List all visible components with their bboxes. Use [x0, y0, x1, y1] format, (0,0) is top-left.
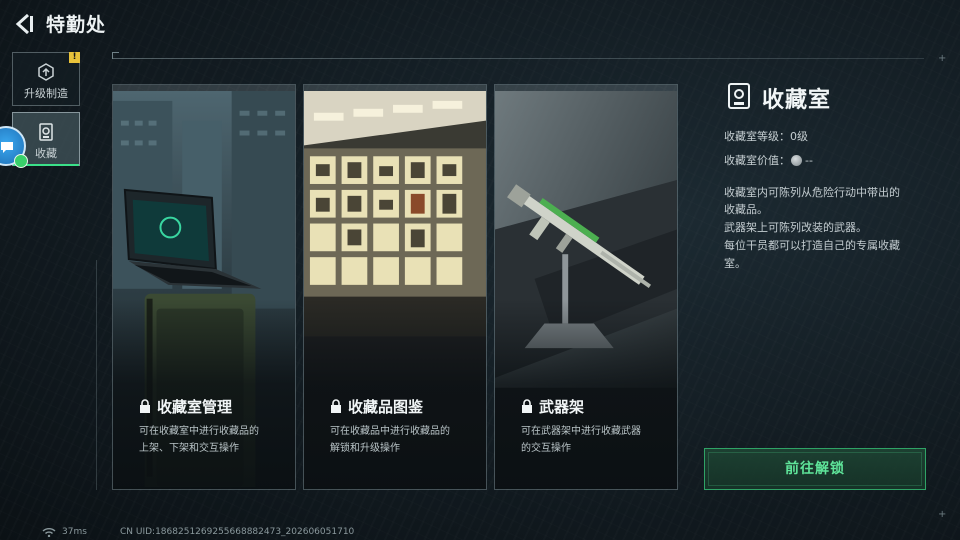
upgrade-icon [38, 63, 54, 81]
sidebar-item-label: 升级制造 [24, 87, 68, 100]
go-unlock-button[interactable]: 前往解锁 [704, 448, 926, 490]
assistant-icon [1, 142, 13, 153]
header: 特勤处 [0, 0, 960, 48]
collection-room-icon [728, 83, 750, 109]
corner-mark: + [938, 53, 947, 64]
info-title: 收藏室 [762, 88, 832, 113]
back-arrow-icon[interactable] [12, 12, 36, 36]
card-description: 可在收藏室中进行收藏品的 上架、下架和交互操作 [139, 423, 289, 457]
card-description: 可在武器架中进行收藏武器 的交互操作 [521, 423, 671, 457]
wifi-icon [42, 528, 56, 537]
collection-icon [39, 123, 53, 141]
card-desc-line: 的交互操作 [521, 443, 571, 454]
worth-label: 收藏室价值： [724, 154, 790, 167]
desc-line: 武器架上可陈列改装的武器。 [724, 221, 867, 234]
currency-coin-icon [791, 155, 802, 166]
card-desc-line: 可在收藏品中进行收藏品的 [330, 426, 450, 437]
collection-worth: 收藏室价值： -- [724, 152, 813, 168]
collection-level: 收藏室等级：0级 [724, 128, 808, 144]
card-collectibles-catalog[interactable]: 收藏品图鉴 可在收藏品中进行收藏品的 解锁和升级操作 [303, 84, 487, 490]
lock-icon [522, 399, 532, 413]
sidebar-item-upgrade[interactable]: ! 升级制造 [12, 52, 80, 106]
card-shade [304, 299, 486, 489]
card-shade [495, 299, 677, 489]
lock-icon [140, 399, 150, 413]
uid-readout: CN UID:1868251269255668882473_2026060517… [120, 527, 355, 537]
card-shade [113, 299, 295, 489]
card-title: 武器架 [539, 398, 585, 416]
level-value: 0级 [790, 130, 808, 143]
divider-vertical [96, 260, 97, 490]
card-title: 收藏品图鉴 [348, 398, 424, 416]
card-description: 可在收藏品中进行收藏品的 解锁和升级操作 [330, 423, 480, 457]
online-dot [14, 154, 28, 168]
divider-corner [112, 52, 119, 59]
ping-readout: 37ms [62, 527, 87, 537]
card-desc-line: 可在收藏室中进行收藏品的 [139, 426, 259, 437]
desc-line: 收藏品。 [724, 203, 768, 216]
card-desc-line: 解锁和升级操作 [330, 443, 400, 454]
page-title: 特勤处 [46, 14, 107, 36]
level-label: 收藏室等级： [724, 130, 790, 143]
lock-icon [331, 399, 341, 413]
desc-line: 室。 [724, 257, 746, 270]
desc-line: 每位干员都可以打造自己的专属收藏 [724, 239, 900, 252]
card-collection-room-management[interactable]: 收藏室管理 可在收藏室中进行收藏品的 上架、下架和交互操作 [112, 84, 296, 490]
desc-line: 收藏室内可陈列从危险行动中带出的 [724, 186, 900, 199]
worth-value: -- [805, 154, 813, 167]
card-title: 收藏室管理 [157, 398, 233, 416]
alert-badge: ! [69, 52, 80, 63]
card-desc-line: 上架、下架和交互操作 [139, 443, 239, 454]
divider [112, 58, 924, 59]
card-desc-line: 可在武器架中进行收藏武器 [521, 426, 641, 437]
card-weapon-rack[interactable]: 武器架 可在武器架中进行收藏武器 的交互操作 [494, 84, 678, 490]
corner-mark: + [938, 509, 947, 520]
